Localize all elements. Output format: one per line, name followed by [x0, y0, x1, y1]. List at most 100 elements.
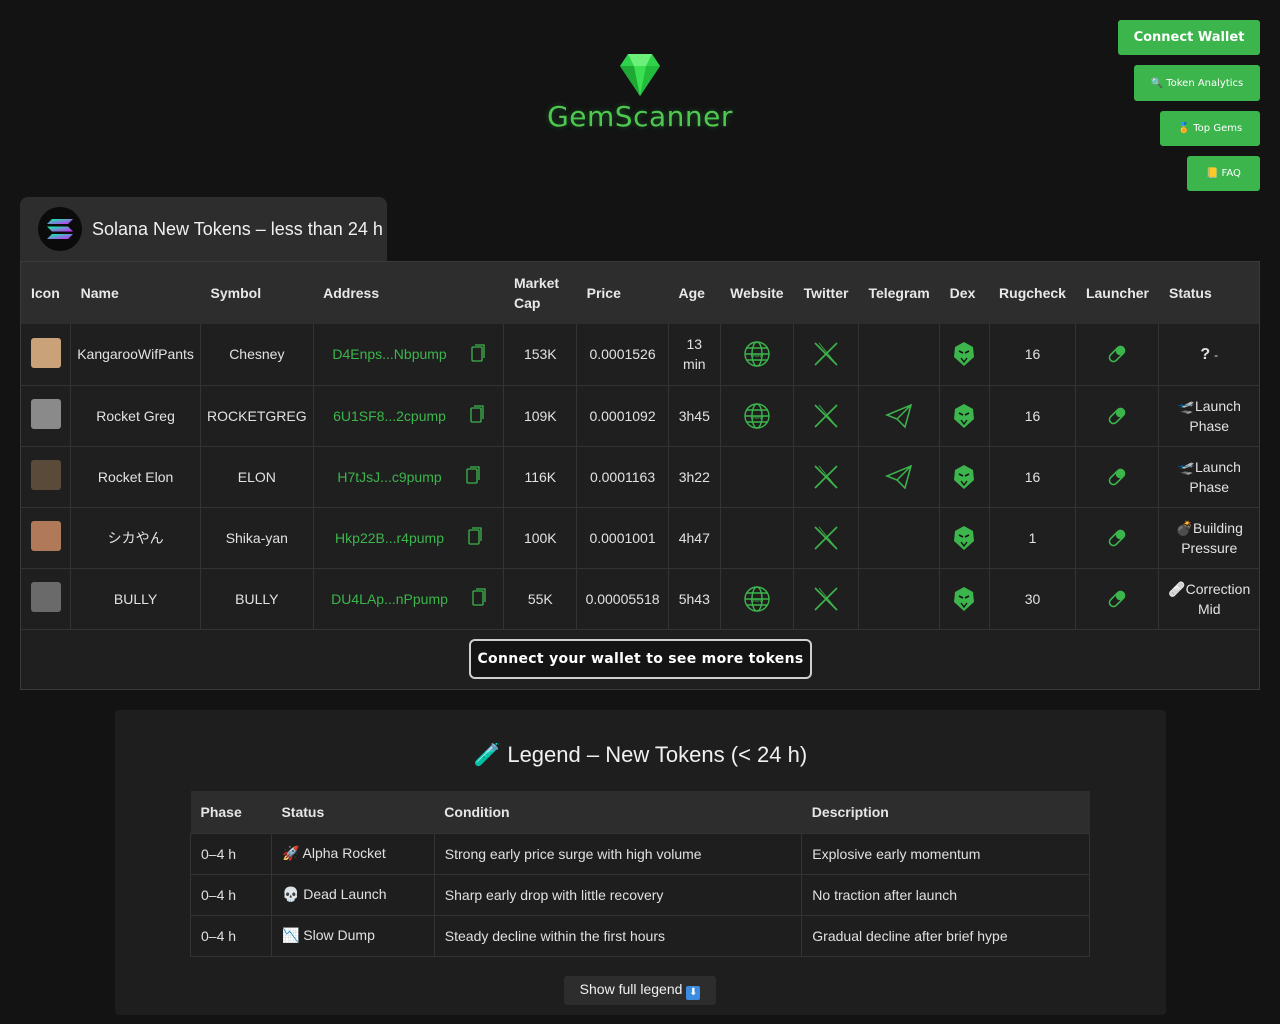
address-link[interactable]: Hkp22B...r4pump	[335, 530, 444, 546]
col-symbol[interactable]: Symbol	[201, 262, 314, 324]
rugcheck-score[interactable]: 16	[989, 324, 1077, 386]
launcher-cell	[1075, 324, 1160, 386]
dex-cell	[939, 507, 990, 569]
table-row[interactable]: BULLY BULLY DU4LAp...nPpump 55K 0.00005518 5h…	[21, 568, 1259, 630]
legend-table: Phase Status Condition Description 0–4 h…	[190, 791, 1090, 957]
legend-description: No traction after launch	[801, 873, 1090, 916]
legend-title-text: Legend – New Tokens (< 24 h)	[507, 742, 808, 767]
token-age: 3h45	[668, 385, 721, 447]
website-cell: www	[720, 385, 795, 447]
dex-cell	[939, 446, 990, 508]
telegram-cell	[858, 507, 941, 569]
pill-icon[interactable]	[1082, 527, 1152, 549]
show-full-legend-button[interactable]: Show full legend ⬇	[564, 976, 716, 1005]
website-cell: www	[720, 324, 795, 386]
website-cell	[720, 446, 795, 508]
x-twitter-icon[interactable]	[800, 525, 852, 551]
telegram-icon[interactable]	[865, 403, 933, 429]
show-full-legend-label: Show full legend	[579, 981, 683, 997]
top-gems-button[interactable]: 🏅 Top Gems	[1160, 111, 1260, 146]
address-link[interactable]: DU4LAp...nPpump	[331, 591, 448, 607]
legend-condition: Strong early price surge with high volum…	[433, 832, 803, 875]
token-thumb	[21, 507, 72, 569]
telegram-icon[interactable]	[865, 464, 933, 490]
legend-phase: 0–4 h	[190, 873, 272, 916]
token-analytics-button[interactable]: 🔍 Token Analytics	[1134, 65, 1260, 101]
globe-icon[interactable]: www	[727, 585, 787, 613]
copy-icon[interactable]	[466, 466, 480, 487]
telegram-cell	[858, 385, 941, 447]
globe-icon[interactable]: www	[727, 402, 787, 430]
token-price: 0.0001092	[576, 385, 669, 447]
table-row[interactable]: Rocket Greg ROCKETGREG 6U1SF8...2cpump 109K…	[21, 385, 1259, 447]
token-market-cap: 153K	[503, 324, 578, 386]
pill-icon[interactable]	[1082, 466, 1152, 488]
globe-icon[interactable]: www	[727, 340, 787, 368]
dexscreener-icon[interactable]	[946, 586, 982, 612]
col-age[interactable]: Age	[668, 262, 720, 324]
token-market-cap: 109K	[503, 385, 578, 447]
copy-icon[interactable]	[472, 588, 486, 609]
copy-icon[interactable]	[468, 527, 482, 548]
pill-icon[interactable]	[1082, 343, 1152, 365]
tab-solana-new-tokens[interactable]: Solana New Tokens – less than 24 h	[20, 197, 387, 261]
rugcheck-score[interactable]: 16	[989, 385, 1077, 447]
token-symbol: ELON	[200, 446, 314, 508]
legend-col-phase: Phase	[200, 803, 242, 820]
down-arrow-icon: ⬇	[686, 986, 701, 1000]
legend-col-status: Status	[281, 803, 325, 820]
token-name: BULLY	[70, 568, 202, 630]
address-link[interactable]: H7tJsJ...c9pump	[337, 469, 441, 485]
x-twitter-icon[interactable]	[800, 464, 852, 490]
faq-button[interactable]: 📒 FAQ	[1187, 156, 1260, 191]
address-link[interactable]: D4Enps...Nbpump	[332, 346, 446, 362]
website-cell: www	[720, 568, 795, 630]
table-row[interactable]: KangarooWifPants Chesney D4Enps...Nbpump 15…	[21, 324, 1259, 386]
top-gems-label: Top Gems	[1193, 123, 1243, 134]
legend-header-row: Phase Status Condition Description	[190, 791, 1090, 833]
rugcheck-score[interactable]: 30	[989, 568, 1077, 630]
col-dex: Dex	[949, 285, 976, 301]
token-name: シカやん	[70, 507, 202, 569]
dexscreener-icon[interactable]	[946, 464, 982, 490]
col-name[interactable]: Name	[71, 262, 201, 324]
tokens-table: Icon Name Symbol Address Market Cap Pric…	[20, 261, 1260, 690]
connect-wallet-button[interactable]: Connect Wallet	[1118, 20, 1260, 55]
svg-text:www: www	[749, 353, 764, 359]
token-address: 6U1SF8...2cpump	[313, 385, 505, 447]
dexscreener-icon[interactable]	[946, 341, 982, 367]
dex-cell	[939, 385, 990, 447]
copy-icon[interactable]	[470, 405, 484, 426]
legend-col-condition: Condition	[444, 803, 510, 820]
x-twitter-icon[interactable]	[800, 341, 852, 367]
pill-icon[interactable]	[1082, 588, 1152, 610]
rugcheck-score[interactable]: 16	[989, 446, 1077, 508]
table-row[interactable]: Rocket Elon ELON H7tJsJ...c9pump 116K 0.0001…	[21, 446, 1259, 508]
address-link[interactable]: 6U1SF8...2cpump	[333, 408, 446, 424]
dexscreener-icon[interactable]	[946, 403, 982, 429]
token-price: 0.0001526	[576, 324, 669, 386]
token-thumb	[21, 324, 72, 386]
svg-text:www: www	[749, 415, 764, 421]
twitter-cell	[793, 446, 859, 508]
token-status: ? -	[1158, 324, 1259, 386]
col-status[interactable]: Status	[1159, 262, 1259, 324]
col-market-cap[interactable]: Market Cap	[504, 262, 577, 324]
dexscreener-icon[interactable]	[946, 525, 982, 551]
x-twitter-icon[interactable]	[800, 586, 852, 612]
table-row[interactable]: シカやん Shika-yan Hkp22B...r4pump 100K 0.000100…	[21, 507, 1259, 569]
legend-status-icon: 💀	[281, 886, 300, 902]
legend-condition: Sharp early drop with little recovery	[433, 873, 803, 916]
pill-icon[interactable]	[1082, 405, 1152, 427]
token-age: 5h43	[668, 568, 721, 630]
col-price[interactable]: Price	[577, 262, 669, 324]
connect-more-tokens-button[interactable]: Connect your wallet to see more tokens	[469, 639, 812, 679]
copy-icon[interactable]	[471, 344, 485, 365]
status-icon: 🛫	[1177, 458, 1195, 475]
col-rugcheck[interactable]: Rugcheck	[989, 262, 1076, 324]
rugcheck-score[interactable]: 1	[989, 507, 1077, 569]
x-twitter-icon[interactable]	[800, 403, 852, 429]
token-symbol: Chesney	[200, 324, 314, 386]
twitter-cell	[793, 385, 859, 447]
telegram-cell	[858, 446, 941, 508]
